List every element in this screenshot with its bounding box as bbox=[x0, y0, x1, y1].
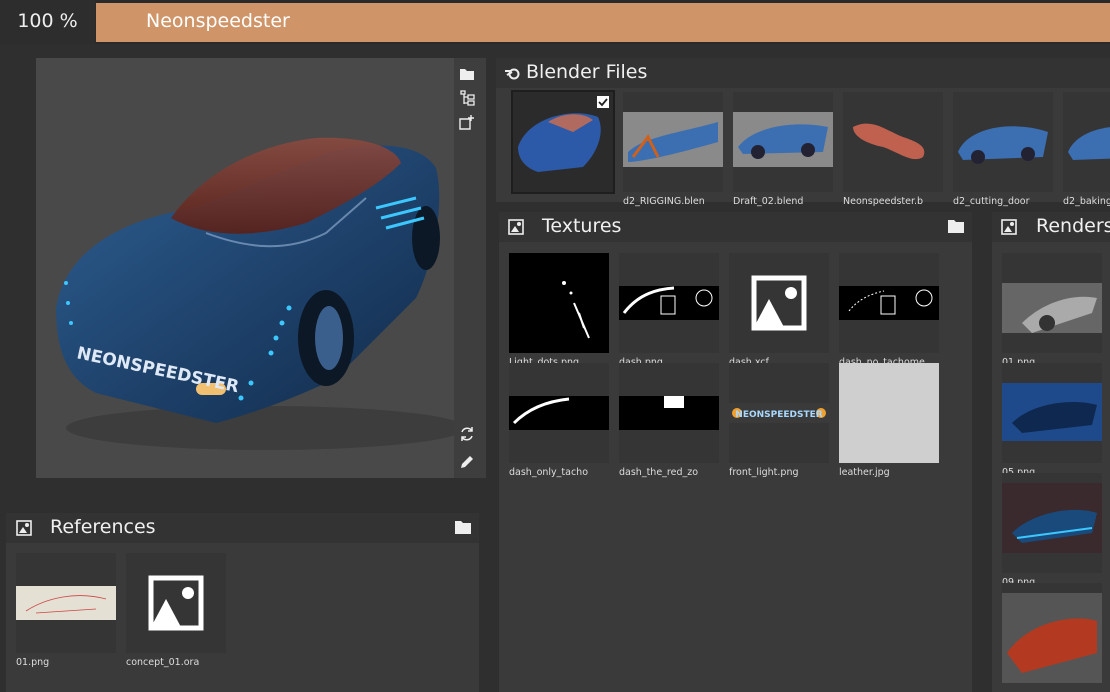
car-preview-image: NEONSPEEDSTER bbox=[56, 137, 456, 450]
tacho-thumbnail bbox=[509, 396, 609, 430]
folder-icon[interactable] bbox=[455, 520, 471, 534]
render-item[interactable]: 09.png bbox=[1002, 473, 1102, 588]
texture-item[interactable]: dash.png bbox=[619, 253, 719, 368]
tree-icon[interactable] bbox=[459, 90, 475, 106]
texture-item[interactable]: NEONSPEEDSTER front_light.png bbox=[729, 363, 829, 478]
textures-title: Textures bbox=[542, 215, 622, 237]
references-panel: References 01.png concept_01.ora bbox=[6, 513, 479, 692]
reference-item[interactable]: concept_01.ora bbox=[126, 553, 226, 668]
add-box-icon[interactable] bbox=[459, 114, 475, 130]
blender-file-item[interactable]: d2_cutting_door bbox=[953, 92, 1053, 207]
pencil-icon[interactable] bbox=[459, 454, 475, 470]
front-light-thumbnail: NEONSPEEDSTER bbox=[729, 403, 829, 423]
render-thumbnail bbox=[1002, 383, 1102, 441]
front-light-text: NEONSPEEDSTER bbox=[735, 410, 822, 420]
project-title-bar: Neonspeedster bbox=[96, 3, 1110, 42]
folder-icon[interactable] bbox=[459, 66, 475, 82]
blender-file-item[interactable]: Neonspeedster.b bbox=[843, 92, 943, 207]
leather-thumbnail bbox=[839, 363, 939, 463]
sketch-thumbnail bbox=[16, 586, 116, 620]
car-thumbnail bbox=[958, 126, 1048, 164]
image-icon bbox=[16, 520, 32, 536]
dash-thumbnail bbox=[619, 286, 719, 320]
dash-thumbnail bbox=[839, 286, 939, 320]
textures-header: Textures bbox=[499, 212, 972, 242]
render-item[interactable]: 01.png bbox=[1002, 253, 1102, 368]
renders-header: Renders bbox=[992, 212, 1110, 242]
reference-item[interactable]: 01.png bbox=[16, 553, 116, 668]
texture-item[interactable]: Light_dots.png bbox=[509, 253, 609, 368]
image-placeholder-icon bbox=[751, 275, 807, 331]
dots-thumbnail bbox=[562, 281, 590, 339]
car-thumbnail bbox=[733, 112, 833, 167]
car-thumbnail bbox=[1068, 127, 1110, 160]
texture-item[interactable]: dash_only_tacho bbox=[509, 363, 609, 478]
blender-icon bbox=[505, 68, 520, 80]
blender-file-item[interactable]: Draft_02.blend bbox=[733, 92, 833, 207]
blender-files-header: Blender Files bbox=[496, 58, 1110, 88]
blender-files-panel: Blender Files d2_RIGGING.blen Draft_02.b… bbox=[496, 58, 1110, 207]
texture-item[interactable]: dash_the_red_zo bbox=[619, 363, 719, 478]
zoom-level[interactable]: 100 % bbox=[0, 0, 95, 44]
checkbox-checked-icon[interactable] bbox=[597, 96, 609, 108]
render-item[interactable] bbox=[1002, 583, 1102, 687]
texture-item[interactable]: dash_no_tachome bbox=[839, 253, 939, 368]
textures-panel: Textures Light_dots.png dash.png dash.xc… bbox=[499, 212, 972, 692]
renders-panel: Renders 01.png 05.png 09.png bbox=[992, 212, 1110, 692]
blender-file-item-selected[interactable] bbox=[511, 90, 615, 196]
references-header: References bbox=[6, 513, 479, 543]
render-item[interactable]: 05.png bbox=[1002, 363, 1102, 478]
texture-item[interactable]: dash.xcf bbox=[729, 253, 829, 368]
render-thumbnail bbox=[1002, 593, 1102, 683]
blender-files-title: Blender Files bbox=[526, 61, 648, 83]
blender-file-item[interactable]: d2_baking bbox=[1063, 92, 1110, 207]
texture-item[interactable]: leather.jpg bbox=[839, 363, 939, 478]
render-thumbnail bbox=[1002, 283, 1102, 333]
image-placeholder-icon bbox=[148, 575, 204, 631]
references-title: References bbox=[50, 516, 156, 538]
folder-icon[interactable] bbox=[948, 219, 964, 233]
top-bar: 100 % Neonspeedster bbox=[0, 0, 1110, 44]
body-thumbnail bbox=[853, 123, 925, 160]
rig-thumbnail bbox=[623, 112, 723, 167]
blender-file-item[interactable]: d2_RIGGING.blen bbox=[623, 92, 723, 207]
project-name: Neonspeedster bbox=[146, 10, 290, 32]
image-icon bbox=[1001, 219, 1017, 235]
render-thumbnail bbox=[1002, 483, 1102, 553]
image-icon bbox=[508, 219, 524, 235]
preview-panel: NEONSPEEDSTER bbox=[36, 58, 486, 478]
refresh-icon[interactable] bbox=[459, 426, 475, 442]
renders-title: Renders bbox=[1036, 215, 1110, 237]
red-zone-thumbnail bbox=[619, 396, 719, 430]
